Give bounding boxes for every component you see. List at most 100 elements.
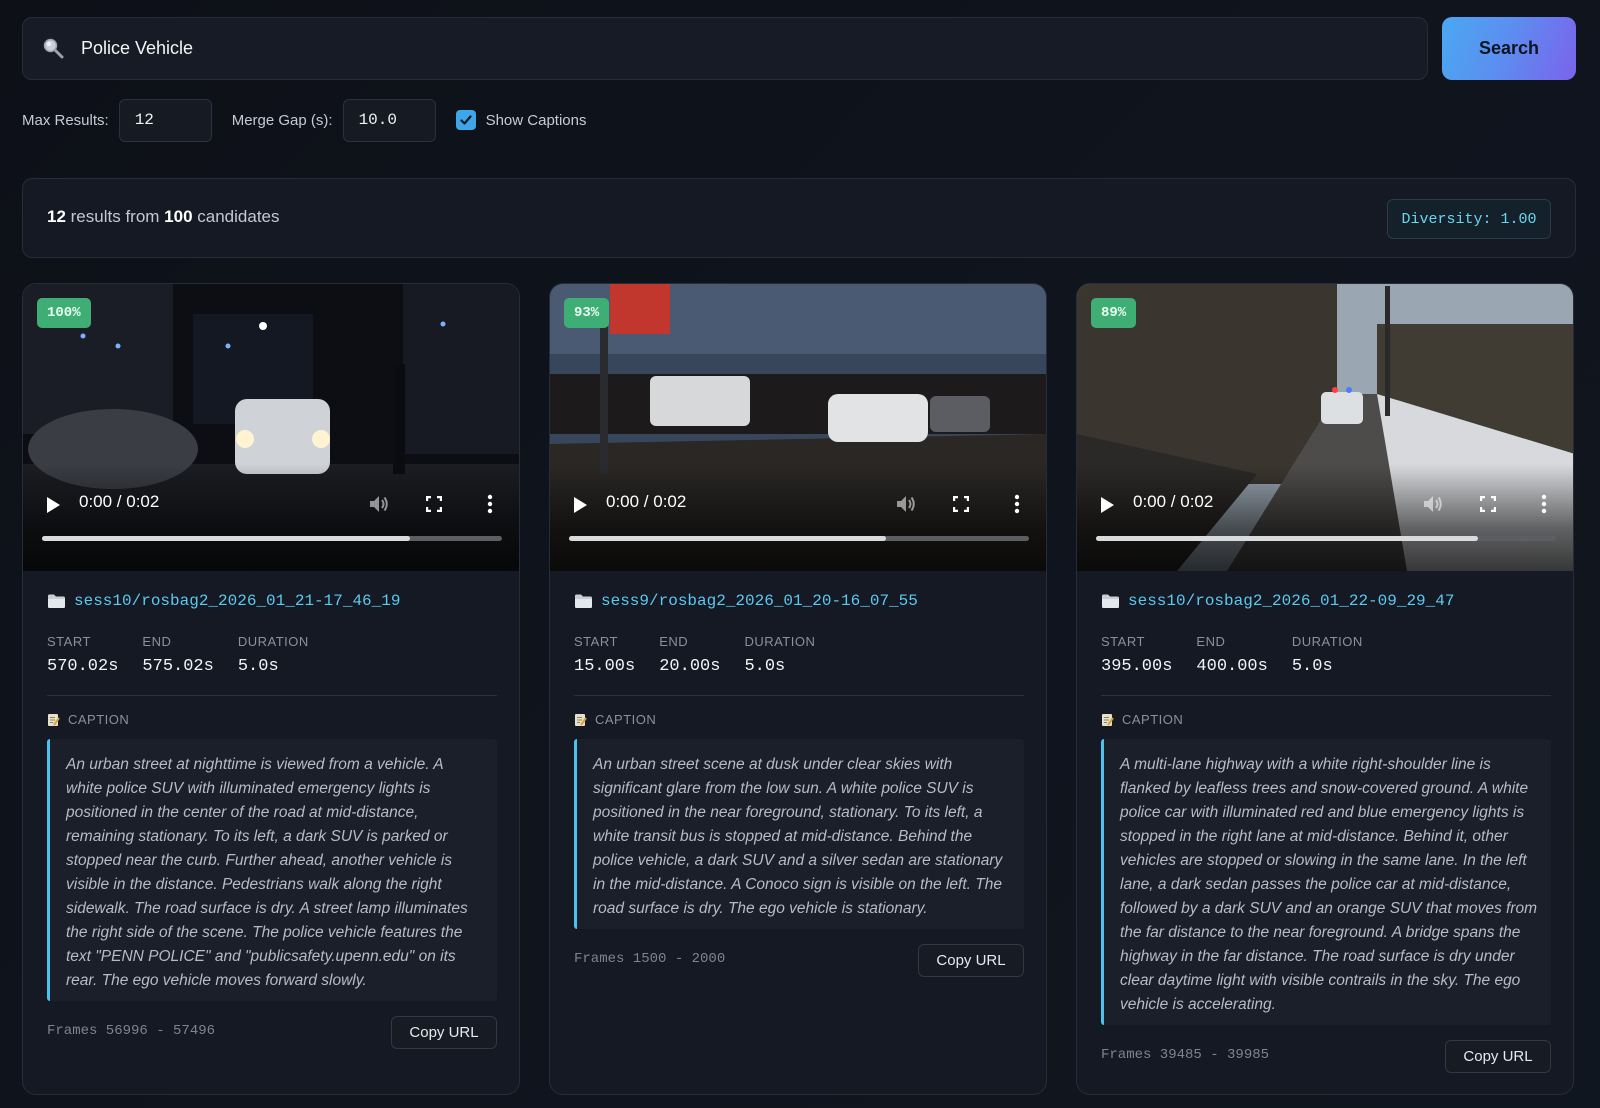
session-name[interactable]: sess9/rosbag2_2026_01_20-16_07_55 [601,592,918,610]
video-progress-bar[interactable] [569,536,1029,541]
end-label: END [659,634,689,649]
result-count: 12 [47,207,66,226]
play-icon[interactable] [1099,496,1115,514]
duration-value: 5.0s [744,657,786,676]
session-name[interactable]: sess10/rosbag2_2026_01_21-17_46_19 [74,592,400,610]
video-progress-fill [569,536,887,541]
video-player[interactable]: 100% 0:00 / 0:02 [23,284,519,571]
video-time: 0:00 / 0:02 [1133,492,1214,511]
results-summary: 12 results from 100 candidates Diversity… [22,178,1576,258]
end-col: END 400.00s [1196,634,1267,676]
scene-light [225,343,231,349]
search-controls: Max Results: 12 Merge Gap (s): 10.0 Show… [22,98,596,142]
play-icon[interactable] [572,496,588,514]
show-captions-checkbox[interactable] [455,110,476,130]
caption-heading: CAPTION [47,712,129,727]
memo-icon [1102,713,1114,726]
frame-range: Frames 39485 - 39985 [1101,1047,1270,1063]
play-icon[interactable] [45,496,61,514]
volume-icon[interactable] [895,494,917,514]
fullscreen-icon[interactable] [1480,496,1496,512]
divider [574,695,1024,696]
show-captions-label[interactable]: Show Captions [486,112,587,129]
duration-col: DURATION 5.0s [744,634,815,676]
video-controls-shade [1077,464,1573,571]
result-card: 93% 0:00 / 0:02 sess9/rosbag2_2026_01_20… [549,283,1047,1095]
end-label: END [1196,634,1226,649]
frame-range: Frames 56996 - 57496 [47,1023,216,1039]
segment-timing: START 570.02s END 575.02s DURATION 5.0s [47,634,333,676]
scene-pole [600,324,608,474]
caption-label: CAPTION [595,712,657,727]
divider [47,695,497,696]
scene-tail-light [312,430,330,448]
candidate-count: 100 [164,207,193,226]
scene-building-right [403,284,519,454]
scene-light [115,343,121,349]
summary-end-text: candidates [192,207,280,226]
volume-icon[interactable] [368,494,390,514]
end-value: 20.00s [659,657,721,676]
duration-label: DURATION [1291,634,1363,649]
score-badge: 100% [37,298,91,328]
session-link[interactable]: sess9/rosbag2_2026_01_20-16_07_55 [574,592,918,610]
max-results-input[interactable]: 12 [118,98,212,142]
summary-mid-text: results from [65,207,165,226]
memo-icon [48,713,60,726]
duration-label: DURATION [744,634,816,649]
duration-value: 5.0s [237,657,279,676]
search-bar[interactable] [22,17,1428,80]
video-progress-bar[interactable] [1096,536,1556,541]
score-badge: 93% [564,298,610,328]
video-progress-fill [42,536,410,541]
more-vert-icon[interactable] [1014,494,1020,514]
session-name[interactable]: sess10/rosbag2_2026_01_22-09_29_47 [1128,592,1454,610]
scene-conoco-sign [610,284,670,334]
caption-label: CAPTION [68,712,130,727]
caption-label: CAPTION [1122,712,1184,727]
fullscreen-icon[interactable] [426,496,442,512]
search-button[interactable]: Search [1442,17,1576,80]
caption-text: A multi-lane highway with a white right-… [1101,739,1551,1025]
merge-gap-label: Merge Gap (s): [231,111,333,129]
session-link[interactable]: sess10/rosbag2_2026_01_21-17_46_19 [47,592,400,610]
start-label: START [47,634,91,649]
search-input[interactable] [81,38,1381,59]
merge-gap-input[interactable]: 10.0 [342,98,436,142]
scene-blue-light [1346,387,1352,393]
scene-police-car [1321,392,1363,424]
scene-light-pole [1385,286,1390,416]
fullscreen-icon[interactable] [953,496,969,512]
summary-text: 12 results from 100 candidates [47,207,280,227]
copy-url-button[interactable]: Copy URL [391,1016,497,1049]
end-col: END 20.00s [659,634,720,676]
video-player[interactable]: 93% 0:00 / 0:02 [550,284,1046,571]
divider [1101,695,1551,696]
start-col: START 15.00s [574,634,635,676]
more-vert-icon[interactable] [1541,494,1547,514]
duration-label: DURATION [237,634,309,649]
more-vert-icon[interactable] [487,494,493,514]
memo-icon [575,713,587,726]
scene-light [440,321,446,327]
start-col: START 570.02s [47,634,118,676]
folder-icon [1102,594,1119,608]
video-controls-shade [23,464,519,571]
video-progress-bar[interactable] [42,536,502,541]
session-link[interactable]: sess10/rosbag2_2026_01_22-09_29_47 [1101,592,1454,610]
checkbox-check-icon [459,115,472,125]
end-value: 400.00s [1196,657,1268,676]
scene-bus [650,376,750,426]
scene-tail-light [236,430,254,448]
start-col: START 395.00s [1101,634,1172,676]
segment-timing: START 15.00s END 20.00s DURATION 5.0s [574,634,839,676]
copy-url-button[interactable]: Copy URL [918,944,1024,977]
scene-dark-suv [930,396,990,432]
scene-police-suv [828,394,928,442]
volume-icon[interactable] [1422,494,1444,514]
video-player[interactable]: 89% 0:00 / 0:02 [1077,284,1573,571]
end-label: END [142,634,172,649]
scene-red-light [1332,387,1338,393]
copy-url-button[interactable]: Copy URL [1445,1040,1551,1073]
folder-icon [48,594,65,608]
